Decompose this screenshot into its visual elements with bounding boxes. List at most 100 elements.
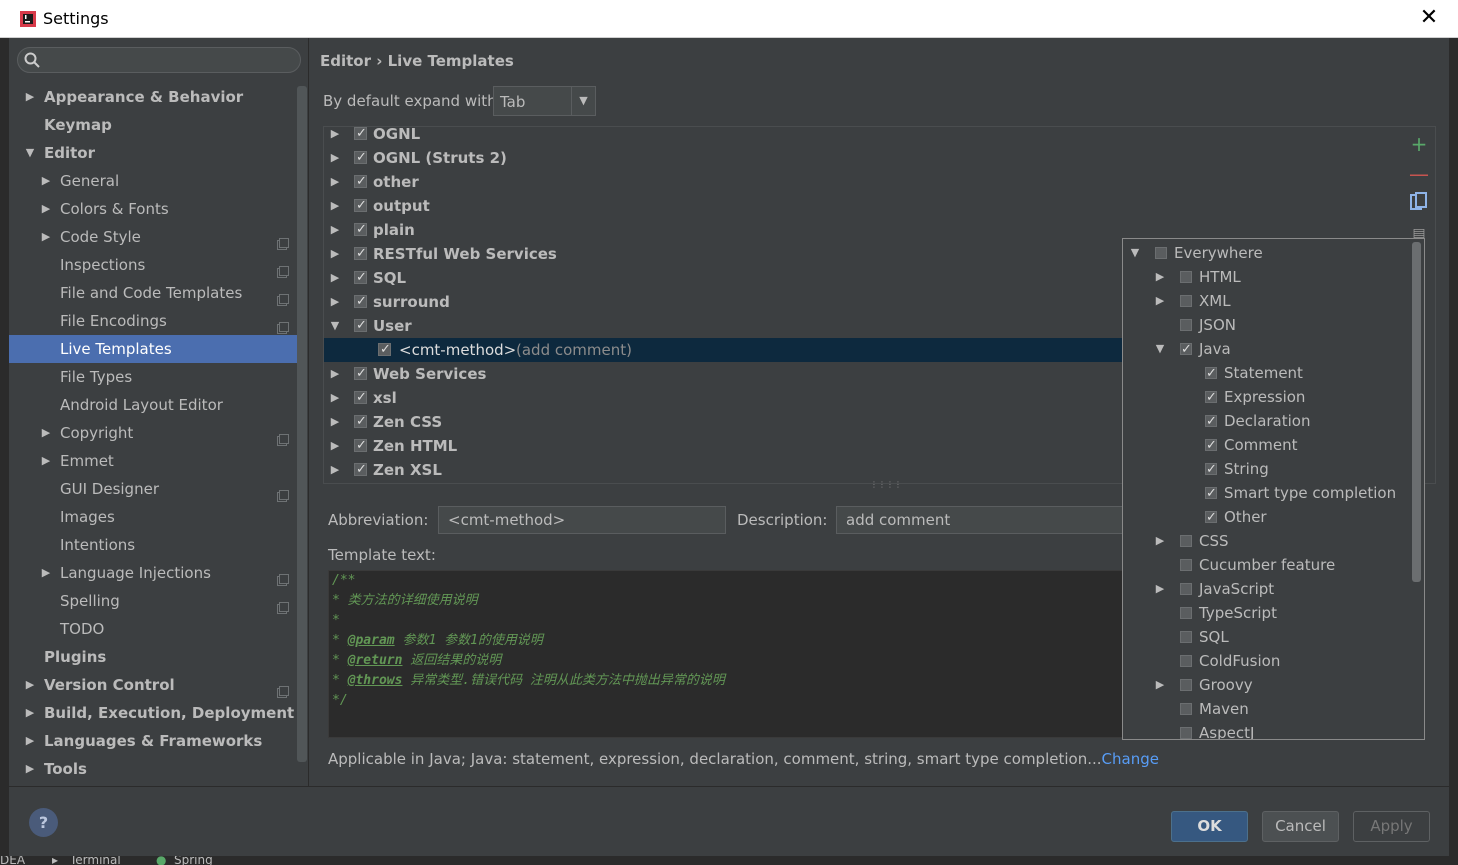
context-checkbox[interactable] — [1180, 727, 1192, 739]
template-group-row[interactable]: ▶ surround — [324, 290, 1124, 314]
sidebar-item-spelling[interactable]: Spelling — [9, 587, 297, 615]
context-checkbox[interactable] — [1205, 482, 1217, 506]
sidebar-item-tools[interactable]: ▶ Tools — [9, 755, 297, 783]
chevron-right-icon[interactable]: ▶ — [329, 410, 341, 434]
context-item[interactable]: AspectJ — [1123, 721, 1411, 739]
template-row-selected[interactable]: <cmt-method>(add comment) — [324, 338, 1126, 362]
template-group-row[interactable]: ▶ Zen XSL — [324, 458, 1124, 482]
context-checkbox[interactable] — [1180, 631, 1192, 643]
ok-button[interactable]: OK — [1171, 811, 1248, 842]
context-checkbox[interactable] — [1205, 410, 1217, 434]
remove-icon[interactable]: — — [1406, 162, 1432, 186]
chevron-right-icon[interactable]: ▶ — [23, 727, 37, 755]
chevron-right-icon[interactable]: ▶ — [1154, 265, 1166, 289]
sidebar-item-editor[interactable]: ▼ Editor — [9, 139, 297, 167]
context-item[interactable]: ▼ Java — [1123, 337, 1411, 362]
sidebar-item-copyright[interactable]: ▶ Copyright — [9, 419, 297, 447]
template-group-row[interactable]: ▶ Web Services — [324, 362, 1124, 386]
sidebar-item-intentions[interactable]: Intentions — [9, 531, 297, 559]
context-checkbox[interactable] — [1180, 319, 1192, 331]
chevron-right-icon[interactable]: ▶ — [23, 755, 37, 783]
chevron-right-icon[interactable]: ▶ — [39, 223, 53, 251]
sidebar-item-gui-designer[interactable]: GUI Designer — [9, 475, 297, 503]
sidebar-item-appearance-behavior[interactable]: ▶ Appearance & Behavior — [9, 83, 297, 111]
description-field[interactable]: add comment — [836, 506, 1124, 534]
change-link[interactable]: Change — [1102, 750, 1159, 768]
expand-with-combo[interactable]: Tab ▼ — [493, 86, 596, 116]
abbreviation-field[interactable]: <cmt-method> — [438, 506, 726, 534]
group-checkbox[interactable] — [354, 194, 367, 218]
template-group-row[interactable]: ▶ RESTful Web Services — [324, 242, 1124, 266]
context-item[interactable]: TypeScript — [1123, 601, 1411, 625]
chevron-right-icon[interactable]: ▶ — [1154, 289, 1166, 313]
context-checkbox[interactable] — [1180, 655, 1192, 667]
template-group-row[interactable]: ▶ SQL — [324, 266, 1124, 290]
sidebar-item-inspections[interactable]: Inspections — [9, 251, 297, 279]
template-group-row[interactable]: ▶ plain — [324, 218, 1124, 242]
context-checkbox[interactable] — [1180, 607, 1192, 619]
group-checkbox[interactable] — [354, 410, 367, 434]
chevron-right-icon[interactable]: ▶ — [329, 266, 341, 290]
sidebar-item-file-encodings[interactable]: File Encodings — [9, 307, 297, 335]
sidebar-item-code-style[interactable]: ▶ Code Style — [9, 223, 297, 251]
chevron-down-icon[interactable]: ▼ — [1154, 337, 1166, 361]
chevron-right-icon[interactable]: ▶ — [329, 242, 341, 266]
chevron-right-icon[interactable]: ▶ — [329, 194, 341, 218]
chevron-down-icon[interactable]: ▼ — [1129, 241, 1141, 265]
group-checkbox[interactable] — [354, 290, 367, 314]
context-checkbox[interactable] — [1180, 583, 1192, 595]
context-checkbox[interactable] — [1205, 434, 1217, 458]
chevron-right-icon[interactable]: ▶ — [329, 122, 341, 146]
chevron-down-icon[interactable]: ▼ — [23, 139, 37, 167]
sidebar-scrollbar[interactable] — [297, 86, 307, 762]
context-checkbox[interactable] — [1180, 679, 1192, 691]
apply-button[interactable]: Apply — [1353, 811, 1430, 842]
chevron-right-icon[interactable]: ▶ — [329, 218, 341, 242]
chevron-down-icon[interactable]: ▼ — [571, 87, 595, 115]
context-item[interactable]: ▶ XML — [1123, 289, 1411, 313]
group-checkbox[interactable] — [354, 434, 367, 458]
template-group-row[interactable]: ▶ Zen CSS — [324, 410, 1124, 434]
sidebar-item-live-templates[interactable]: Live Templates — [9, 335, 297, 363]
template-group-row[interactable]: ▼ User — [324, 314, 1124, 338]
context-item[interactable]: ▶ Groovy — [1123, 673, 1411, 697]
chevron-right-icon[interactable]: ▶ — [1154, 673, 1166, 697]
sidebar-item-colors-fonts[interactable]: ▶ Colors & Fonts — [9, 195, 297, 223]
chevron-right-icon[interactable]: ▶ — [329, 362, 341, 386]
context-checkbox[interactable] — [1205, 386, 1217, 410]
sidebar-item-file-and-code-templates[interactable]: File and Code Templates — [9, 279, 297, 307]
context-item[interactable]: JSON — [1123, 313, 1411, 337]
sidebar-item-languages-frameworks[interactable]: ▶ Languages & Frameworks — [9, 727, 297, 755]
chevron-right-icon[interactable]: ▶ — [329, 146, 341, 170]
group-checkbox[interactable] — [354, 362, 367, 386]
chevron-right-icon[interactable]: ▶ — [329, 170, 341, 194]
help-button[interactable]: ? — [29, 808, 58, 837]
chevron-down-icon[interactable]: ▼ — [329, 314, 341, 338]
template-group-row[interactable]: ▶ output — [324, 194, 1124, 218]
context-checkbox[interactable] — [1155, 247, 1167, 259]
context-item[interactable]: Comment — [1123, 433, 1411, 458]
sidebar-item-general[interactable]: ▶ General — [9, 167, 297, 195]
context-item[interactable]: ▶ CSS — [1123, 529, 1411, 553]
template-checkbox[interactable] — [378, 338, 391, 362]
context-item[interactable]: Expression — [1123, 385, 1411, 410]
context-item[interactable]: Smart type completion — [1123, 481, 1411, 506]
sidebar-item-plugins[interactable]: Plugins — [9, 643, 297, 671]
template-group-row[interactable]: ▶ OGNL — [324, 122, 1124, 146]
context-item[interactable]: Maven — [1123, 697, 1411, 721]
group-checkbox[interactable] — [354, 266, 367, 290]
chevron-right-icon[interactable]: ▶ — [23, 699, 37, 727]
group-checkbox[interactable] — [354, 458, 367, 482]
sidebar-item-language-injections[interactable]: ▶ Language Injections — [9, 559, 297, 587]
chevron-right-icon[interactable]: ▶ — [1154, 577, 1166, 601]
sidebar-item-images[interactable]: Images — [9, 503, 297, 531]
chevron-right-icon[interactable]: ▶ — [329, 458, 341, 482]
chevron-right-icon[interactable]: ▶ — [39, 559, 53, 587]
chevron-right-icon[interactable]: ▶ — [23, 671, 37, 699]
chevron-right-icon[interactable]: ▶ — [1154, 529, 1166, 553]
context-item[interactable]: ▼ Everywhere — [1123, 241, 1411, 265]
group-checkbox[interactable] — [354, 170, 367, 194]
context-checkbox[interactable] — [1180, 559, 1192, 571]
context-checkbox[interactable] — [1180, 703, 1192, 715]
search-input[interactable] — [17, 47, 301, 73]
